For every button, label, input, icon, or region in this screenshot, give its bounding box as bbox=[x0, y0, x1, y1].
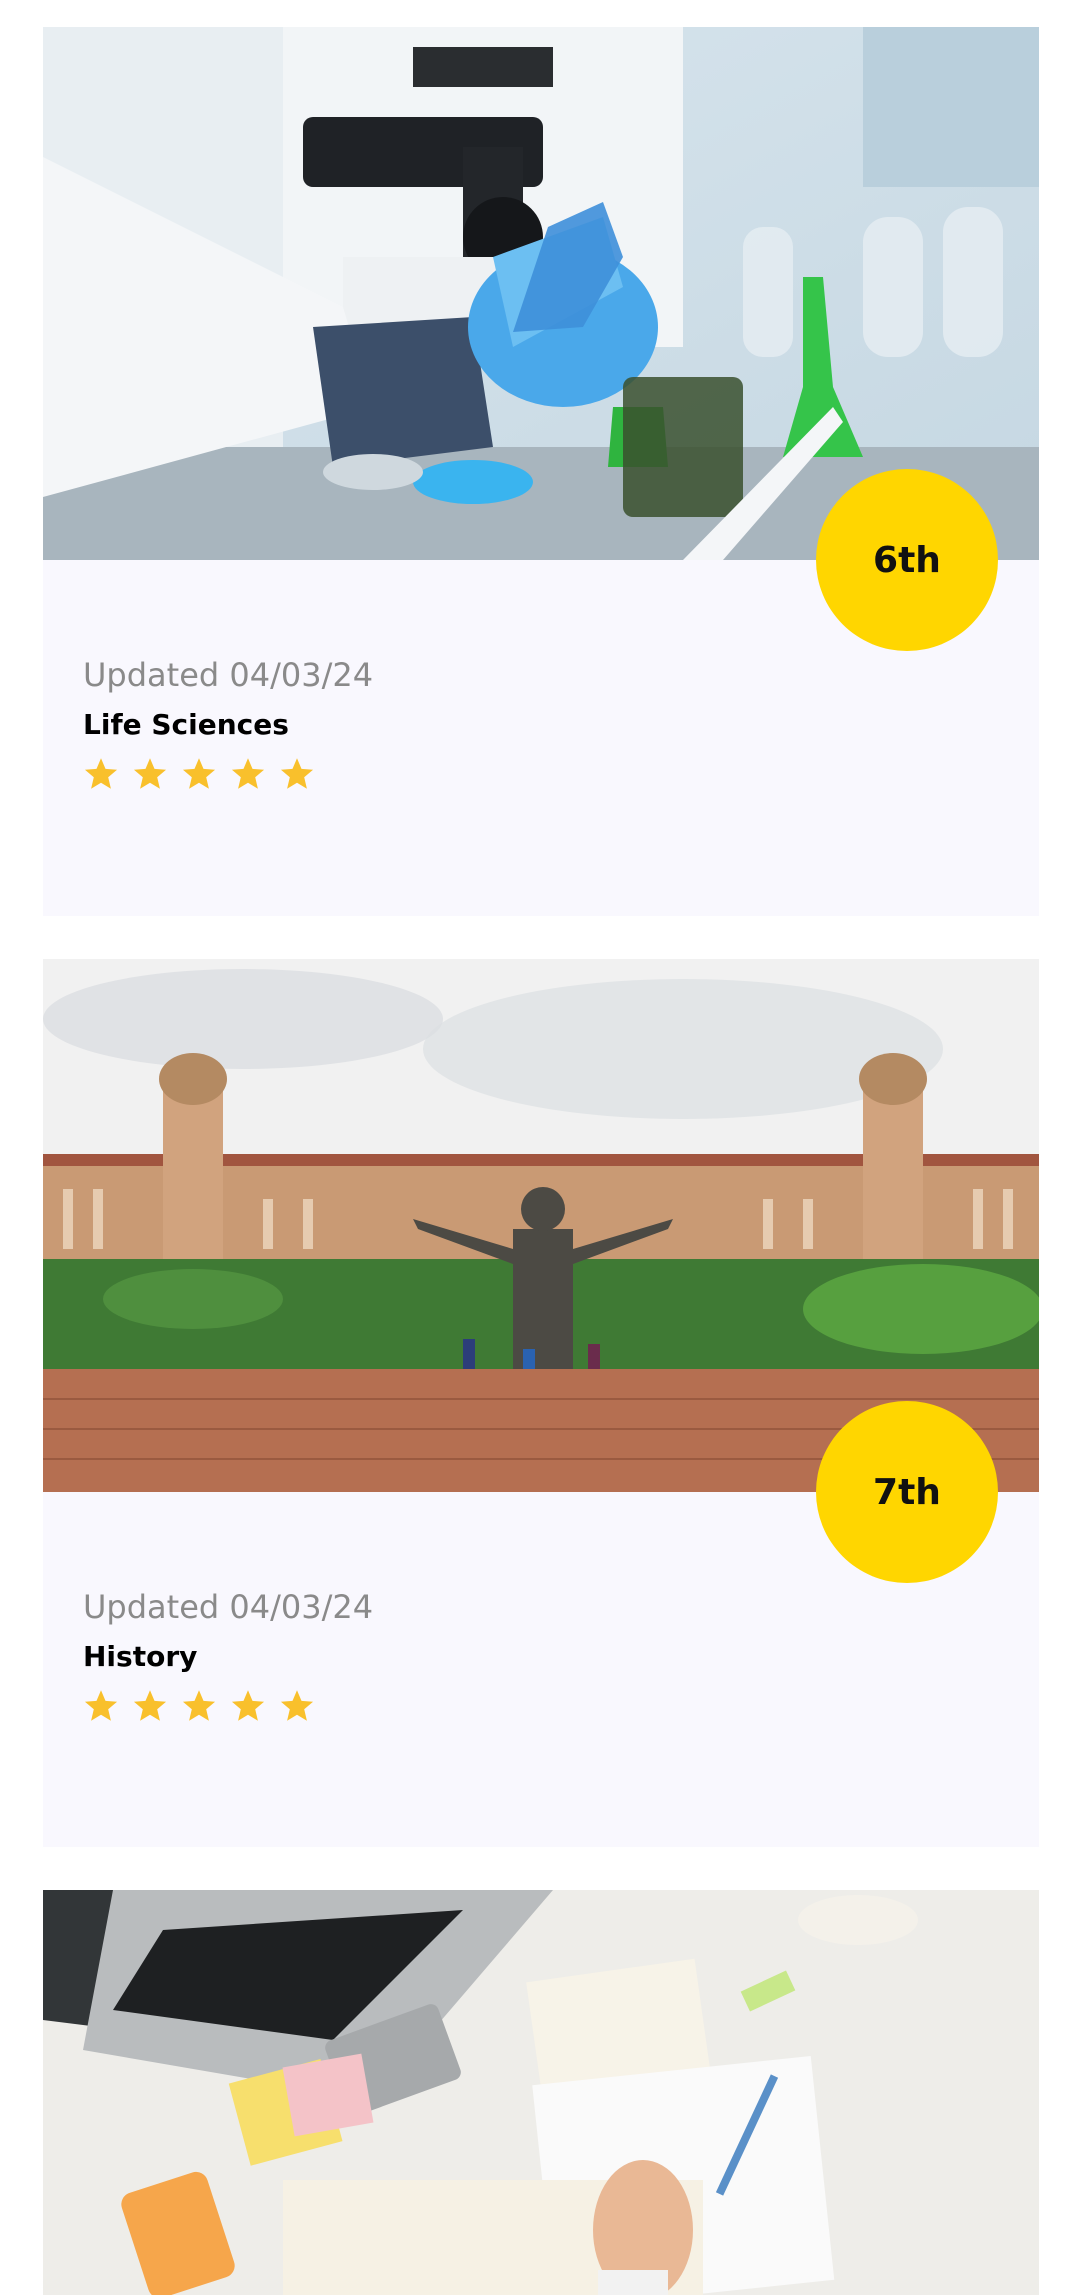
star-icon bbox=[182, 1690, 216, 1721]
rating-stars bbox=[83, 756, 315, 792]
course-card-history[interactable]: 7th Updated 04/03/24 History bbox=[43, 959, 1039, 1847]
rating-stars bbox=[83, 1688, 315, 1724]
updated-date: Updated 04/03/24 bbox=[83, 1588, 374, 1626]
star-icon bbox=[133, 1690, 167, 1721]
grade-badge: 7th bbox=[816, 1401, 998, 1583]
updated-date: Updated 04/03/24 bbox=[83, 656, 374, 694]
grade-badge: 6th bbox=[816, 469, 998, 651]
subject-title: History bbox=[83, 1640, 198, 1673]
star-icon bbox=[280, 758, 314, 789]
star-icon bbox=[231, 758, 265, 789]
star-icon bbox=[182, 758, 216, 789]
study-desk-image bbox=[43, 1890, 1039, 2295]
subject-title: Life Sciences bbox=[83, 708, 289, 741]
star-icon bbox=[133, 758, 167, 789]
star-icon bbox=[231, 1690, 265, 1721]
star-icon bbox=[84, 758, 118, 789]
star-icon bbox=[84, 1690, 118, 1721]
course-card-study[interactable] bbox=[43, 1890, 1039, 2295]
course-card-life-sciences[interactable]: 6th Updated 04/03/24 Life Sciences bbox=[43, 27, 1039, 916]
star-icon bbox=[280, 1690, 314, 1721]
